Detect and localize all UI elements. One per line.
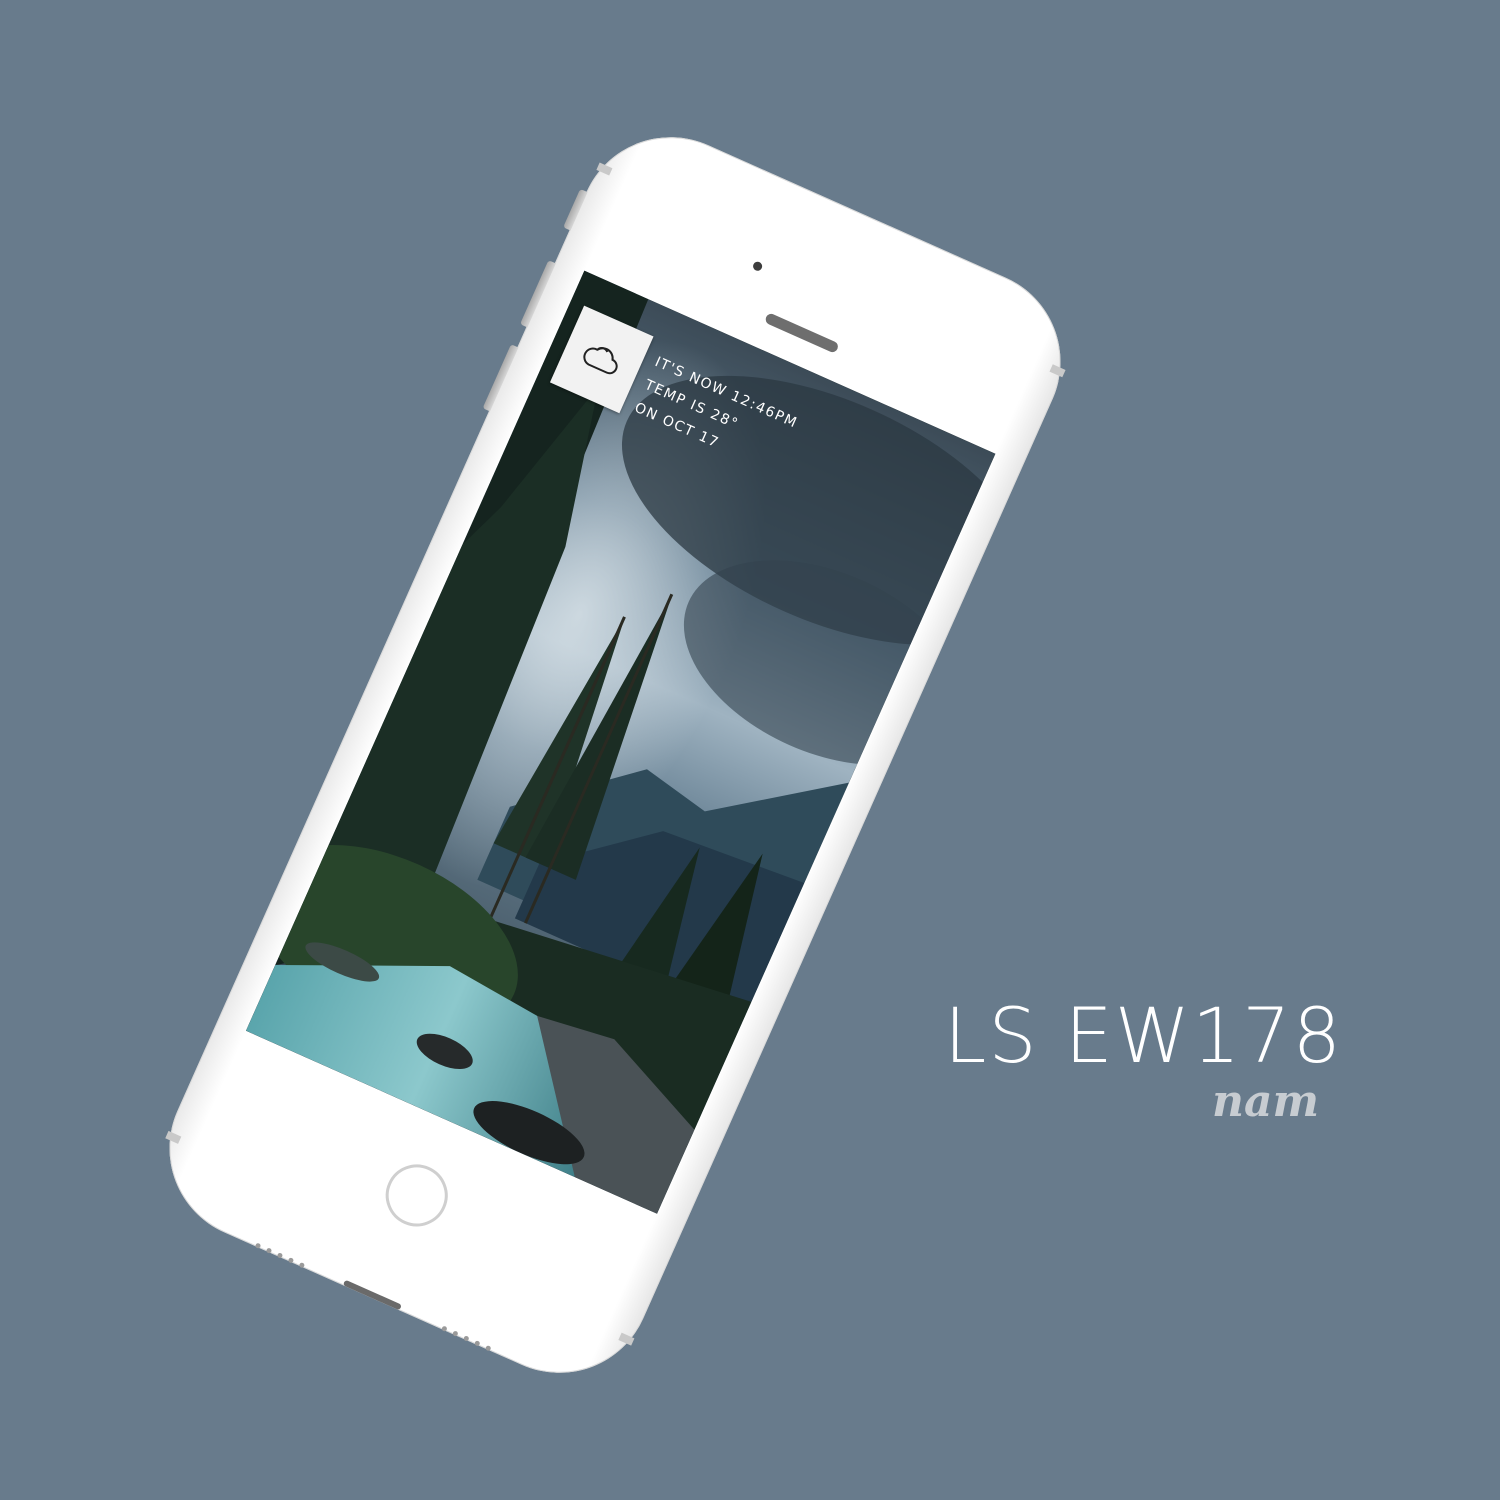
author-signature: nam xyxy=(1212,1076,1320,1127)
theme-title: LS EW178 xyxy=(944,991,1343,1080)
cloud-icon xyxy=(575,335,627,386)
phone-mockup: It's now 12:46pm Temp is 28° On Oct 17 xyxy=(140,107,1090,1403)
scene: It's now 12:46pm Temp is 28° On Oct 17 L… xyxy=(0,0,1500,1500)
